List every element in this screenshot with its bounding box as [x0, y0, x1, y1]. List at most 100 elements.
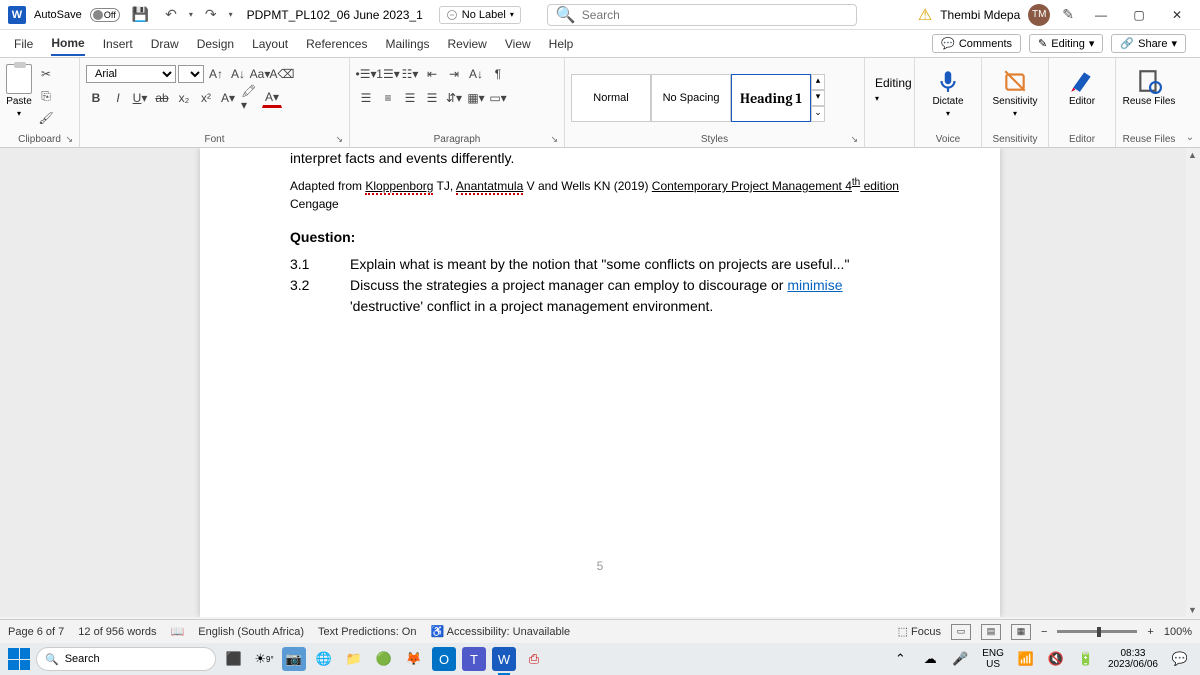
borders-icon[interactable]: ▭▾	[488, 88, 508, 108]
copy-icon[interactable]: ⎘	[36, 86, 56, 106]
show-marks-icon[interactable]: ¶	[488, 64, 508, 84]
font-launcher[interactable]: ↘	[335, 134, 343, 145]
avatar[interactable]: TM	[1028, 4, 1050, 26]
language[interactable]: English (South Africa)	[198, 626, 304, 638]
autosave-toggle[interactable]: Off	[90, 8, 120, 22]
taskbar-search[interactable]: 🔍 Search	[36, 647, 216, 671]
explorer-icon[interactable]: 📁	[342, 647, 366, 671]
align-center-icon[interactable]: ≡	[378, 88, 398, 108]
firefox-icon[interactable]: 🦊	[402, 647, 426, 671]
clock-tray[interactable]: 08:332023/06/06	[1104, 648, 1162, 670]
wifi-icon[interactable]: 📶	[1014, 647, 1038, 671]
highlight-icon[interactable]: 🖍▾	[240, 88, 260, 108]
font-name-select[interactable]: Arial	[86, 65, 176, 83]
page[interactable]: interpret facts and events differently. …	[200, 148, 1000, 617]
editing-menu[interactable]: Editing▾	[871, 64, 916, 116]
inc-indent-icon[interactable]: ⇥	[444, 64, 464, 84]
paste-button[interactable]: Paste▾	[6, 64, 32, 118]
style-normal[interactable]: Normal	[571, 74, 651, 122]
font-size-select[interactable]: 12	[178, 65, 204, 83]
sort-icon[interactable]: A↓	[466, 64, 486, 84]
italic-button[interactable]: I	[108, 88, 128, 108]
chrome-icon[interactable]: 🟢	[372, 647, 396, 671]
comments-button[interactable]: 💬 Comments	[932, 34, 1021, 53]
search-box[interactable]: 🔍	[547, 4, 857, 26]
tab-layout[interactable]: Layout	[252, 33, 288, 55]
tab-view[interactable]: View	[505, 33, 531, 55]
acrobat-icon[interactable]: ⎙	[522, 647, 546, 671]
editing-mode-button[interactable]: ✎ Editing ▾	[1029, 34, 1103, 53]
underline-button[interactable]: U▾	[130, 88, 150, 108]
present-icon[interactable]: ✎	[1058, 6, 1078, 23]
mic-tray-icon[interactable]: 🎤	[948, 647, 972, 671]
dictate-button[interactable]: Dictate▾	[921, 64, 975, 118]
text-effects-icon[interactable]: A▾	[218, 88, 238, 108]
task-view-icon[interactable]: ⬛	[222, 647, 246, 671]
style-heading1[interactable]: Heading 1	[731, 74, 811, 122]
sensitivity-label[interactable]: No Label▾	[439, 6, 521, 24]
battery-icon[interactable]: 🔋	[1074, 647, 1098, 671]
print-layout-icon[interactable]: ▤	[981, 624, 1001, 640]
bullets-icon[interactable]: •☰▾	[356, 64, 376, 84]
web-layout-icon[interactable]: ▦	[1011, 624, 1031, 640]
zoom-level[interactable]: 100%	[1164, 626, 1192, 638]
focus-mode[interactable]: ⬚ Focus	[898, 625, 941, 638]
close-button[interactable]: ✕	[1162, 8, 1192, 22]
zoom-in-icon[interactable]: +	[1147, 626, 1153, 638]
onedrive-icon[interactable]: ☁	[918, 647, 942, 671]
sensitivity-button[interactable]: Sensitivity▾	[988, 64, 1042, 118]
paragraph-launcher[interactable]: ↘	[550, 134, 558, 145]
grow-font-icon[interactable]: A↑	[206, 64, 226, 84]
weather-icon[interactable]: ☀9°	[252, 647, 276, 671]
minimize-button[interactable]: —	[1086, 8, 1116, 22]
collapse-ribbon-icon[interactable]: ⌄	[1182, 58, 1198, 147]
redo-icon[interactable]: ↷	[201, 6, 221, 23]
zoom-slider[interactable]	[1057, 630, 1137, 633]
align-left-icon[interactable]: ☰	[356, 88, 376, 108]
shrink-font-icon[interactable]: A↓	[228, 64, 248, 84]
styles-launcher[interactable]: ↘	[850, 134, 858, 145]
tab-design[interactable]: Design	[197, 33, 234, 55]
styles-scroll[interactable]: ▴▾⌄	[811, 74, 825, 122]
tab-review[interactable]: Review	[448, 33, 487, 55]
superscript-button[interactable]: x²	[196, 88, 216, 108]
cut-icon[interactable]: ✂	[36, 64, 56, 84]
strike-button[interactable]: ab	[152, 88, 172, 108]
volume-icon[interactable]: 🔇	[1044, 647, 1068, 671]
word-task-icon[interactable]: W	[492, 647, 516, 671]
tab-mailings[interactable]: Mailings	[385, 33, 429, 55]
bold-button[interactable]: B	[86, 88, 106, 108]
zoom-out-icon[interactable]: −	[1041, 626, 1047, 638]
justify-icon[interactable]: ☰	[422, 88, 442, 108]
maximize-button[interactable]: ▢	[1124, 8, 1154, 22]
format-painter-icon[interactable]: 🖌	[36, 108, 56, 128]
text-predictions[interactable]: Text Predictions: On	[318, 626, 416, 638]
save-icon[interactable]: 💾	[128, 6, 153, 23]
line-spacing-icon[interactable]: ⇵▾	[444, 88, 464, 108]
accessibility[interactable]: ♿ Accessibility: Unavailable	[430, 625, 570, 638]
tab-references[interactable]: References	[306, 33, 367, 55]
word-count[interactable]: 12 of 956 words	[78, 626, 156, 638]
align-right-icon[interactable]: ☰	[400, 88, 420, 108]
clipboard-launcher[interactable]: ↘	[65, 134, 73, 145]
font-color-icon[interactable]: A▾	[262, 88, 282, 108]
teams-icon[interactable]: T	[462, 647, 486, 671]
page-count[interactable]: Page 6 of 7	[8, 626, 64, 638]
vertical-scrollbar[interactable]	[1186, 148, 1200, 617]
language-tray[interactable]: ENGUS	[978, 648, 1008, 670]
read-mode-icon[interactable]: ▭	[951, 624, 971, 640]
warning-icon[interactable]: ⚠	[918, 5, 932, 25]
shading-icon[interactable]: ▦▾	[466, 88, 486, 108]
share-button[interactable]: 🔗 Share ▾	[1111, 34, 1186, 53]
edge-icon[interactable]: 🌐	[312, 647, 336, 671]
qat-dropdown[interactable]: ▾	[229, 10, 233, 19]
spellcheck-icon[interactable]: 📖	[171, 625, 185, 638]
reuse-files-button[interactable]: Reuse Files	[1122, 64, 1176, 107]
tab-file[interactable]: File	[14, 33, 33, 55]
style-no-spacing[interactable]: No Spacing	[651, 74, 731, 122]
clear-format-icon[interactable]: A⌫	[272, 64, 292, 84]
editor-button[interactable]: Editor	[1055, 64, 1109, 107]
dec-indent-icon[interactable]: ⇤	[422, 64, 442, 84]
undo-icon[interactable]: ↶	[161, 6, 181, 23]
tab-insert[interactable]: Insert	[103, 33, 133, 55]
